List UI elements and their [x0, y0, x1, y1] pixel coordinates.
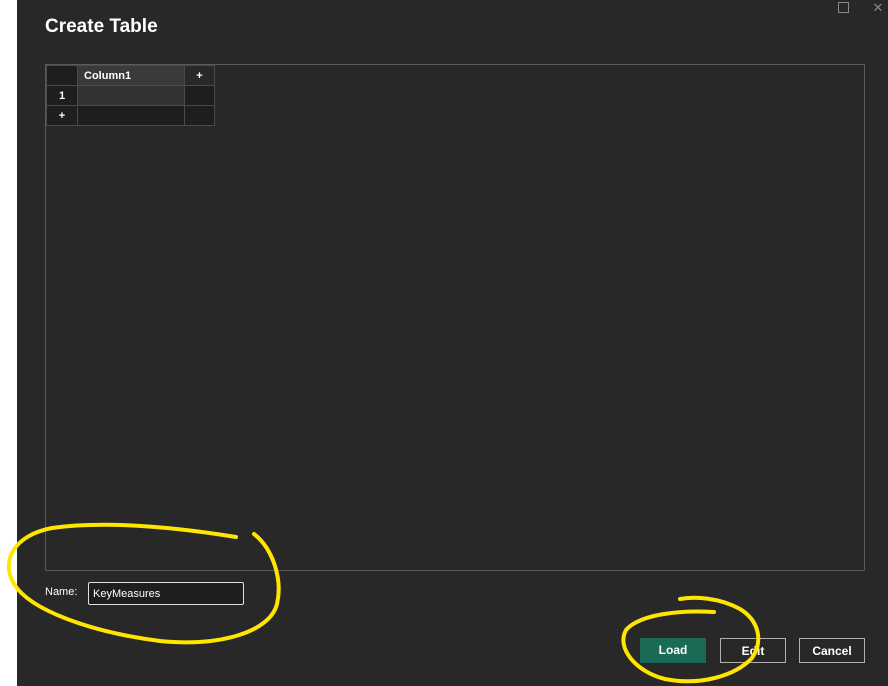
header-row: Column1 +: [46, 65, 215, 86]
maximize-icon: [838, 2, 849, 13]
row-number[interactable]: 1: [46, 85, 78, 106]
data-grid: Column1 + 1 +: [46, 65, 215, 126]
close-icon: ✕: [872, 0, 884, 15]
empty-cell: [184, 85, 215, 106]
load-button[interactable]: Load: [640, 638, 706, 663]
cancel-button[interactable]: Cancel: [799, 638, 865, 663]
create-table-dialog: Create Table ✕ Column1 + 1 + Name: KeyMe…: [17, 0, 888, 686]
name-input[interactable]: [88, 582, 244, 605]
maximize-button[interactable]: [833, 0, 853, 16]
empty-cell: [184, 105, 215, 126]
close-button[interactable]: ✕: [868, 0, 888, 16]
add-row: +: [46, 105, 215, 126]
column-header[interactable]: Column1: [77, 65, 185, 86]
dialog-title: Create Table: [45, 16, 158, 37]
grid-corner: [46, 65, 78, 86]
empty-cell: [77, 105, 185, 126]
table-editor: Column1 + 1 +: [45, 64, 865, 571]
add-row-button[interactable]: +: [46, 105, 78, 126]
add-column-button[interactable]: +: [184, 65, 215, 86]
edit-button[interactable]: Edit: [720, 638, 786, 663]
table-row: 1: [46, 85, 215, 106]
table-cell[interactable]: [77, 85, 185, 106]
name-label: Name:: [45, 586, 78, 598]
